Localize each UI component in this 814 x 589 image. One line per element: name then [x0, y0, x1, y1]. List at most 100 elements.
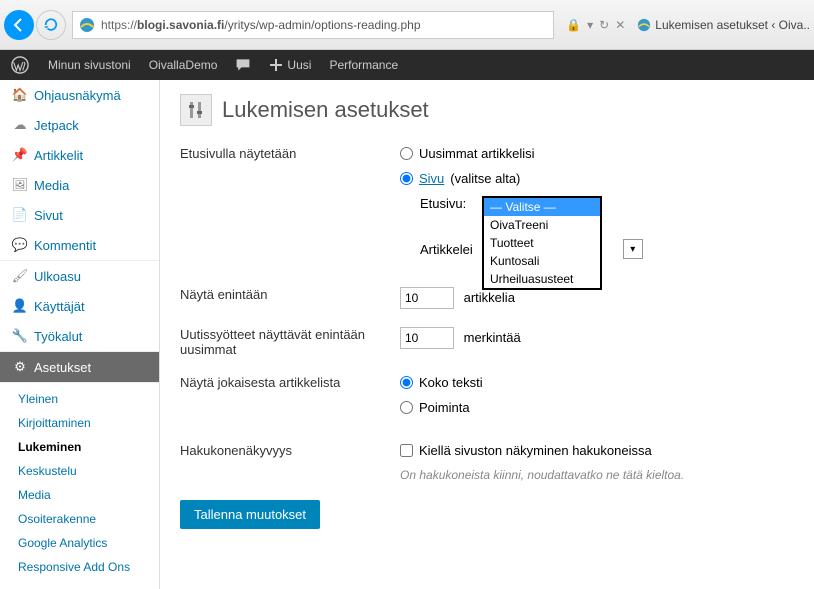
- sidebar-item-label: Ulkoasu: [34, 269, 81, 284]
- label-show-most: Näytä enintään: [180, 287, 400, 302]
- radio-excerpt[interactable]: [400, 401, 413, 414]
- radio-latest-posts[interactable]: [400, 147, 413, 160]
- refresh2-icon[interactable]: ↻: [599, 18, 609, 32]
- radio-excerpt-label: Poiminta: [419, 400, 470, 415]
- sidebar-item-label: Artikkelit: [34, 148, 83, 163]
- arrow-left-icon: [11, 17, 27, 33]
- seo-hint: On hakukoneista kiinni, noudattavatko ne…: [400, 468, 794, 482]
- appearance-icon: 🖌: [12, 268, 28, 284]
- label-each-article: Näytä jokaisesta artikkelista: [180, 375, 400, 390]
- sidebar-item-comments[interactable]: 💬 Kommentit: [0, 230, 159, 260]
- sidebar-item-pages[interactable]: 📄 Sivut: [0, 200, 159, 230]
- sidebar-item-label: Media: [34, 178, 69, 193]
- frontpage-dropdown-open[interactable]: — Valitse —OivaTreeniTuotteetKuntosaliUr…: [482, 196, 602, 290]
- sidebar-sub-item[interactable]: Yleinen: [0, 387, 159, 411]
- page-title-row: Lukemisen asetukset: [180, 94, 794, 126]
- sidebar-item-dashboard[interactable]: 🏠Ohjausnäkymä: [0, 80, 159, 110]
- browser-toolbar: https:// blogi.savonia.fi /yritys/wp-adm…: [0, 0, 814, 50]
- sidebar-item-label: Asetukset: [34, 360, 91, 375]
- url-scheme: https://: [101, 18, 137, 32]
- comments-icon: 💬: [12, 237, 28, 253]
- refresh-icon: [44, 18, 58, 32]
- wp-logo[interactable]: [10, 55, 30, 75]
- wordpress-icon: [11, 56, 29, 74]
- input-show-most[interactable]: [400, 287, 454, 309]
- sidebar-sub-item[interactable]: Osoiterakenne: [0, 507, 159, 531]
- checkbox-discourage-search[interactable]: [400, 444, 413, 457]
- dropdown-option[interactable]: Urheiluasusteet: [484, 270, 600, 288]
- sidebar-sub-item[interactable]: Lukeminen: [0, 435, 159, 459]
- radio-full-text-label: Koko teksti: [419, 375, 483, 390]
- sidebar-item-https[interactable]: ◆ HTTPS: [0, 583, 159, 589]
- sidebar-sub-item[interactable]: Keskustelu: [0, 459, 159, 483]
- label-frontpage: Etusivulla näytetään: [180, 146, 400, 161]
- comment-icon: [235, 57, 251, 73]
- browser-tab-title: Lukemisen asetukset ‹ Oiva..: [655, 18, 810, 32]
- admin-sidebar: 🏠Ohjausnäkymä ☁ Jetpack 📌 Artikkelit 🖼 Media 📄 S…: [0, 80, 160, 589]
- browser-right-icons: 🔒 ▾ ↻ ✕: [560, 18, 631, 32]
- radio-latest-posts-label: Uusimmat artikkelisi: [419, 146, 535, 161]
- users-icon: 👤: [12, 298, 28, 314]
- suffix-show-most: artikkelia: [464, 290, 515, 305]
- suffix-feeds: merkintää: [464, 330, 521, 345]
- sidebar-item-posts[interactable]: 📌 Artikkelit: [0, 140, 159, 170]
- sidebar-sub-item[interactable]: Responsive Add Ons: [0, 555, 159, 579]
- media-icon: 🖼: [12, 177, 28, 193]
- sidebar-item-media[interactable]: 🖼 Media: [0, 170, 159, 200]
- sidebar-sub-item[interactable]: Google Analytics: [0, 531, 159, 555]
- label-frontpage-select: Etusivu:: [420, 196, 466, 211]
- sidebar-item-settings[interactable]: ⚙ Asetukset: [0, 352, 159, 382]
- checkbox-discourage-label: Kiellä sivuston näkyminen hakukoneissa: [419, 443, 652, 458]
- adminbar-new[interactable]: Uusi: [269, 58, 311, 72]
- wp-admin-bar: Minun sivustoni OivallaDemo Uusi Perform…: [0, 50, 814, 80]
- dropdown-option[interactable]: Tuotteet: [484, 234, 600, 252]
- main-content: Lukemisen asetukset Etusivulla näytetään…: [160, 80, 814, 589]
- settings-icon: ⚙: [12, 359, 28, 375]
- posts-icon: 📌: [12, 147, 28, 163]
- sidebar-sub-item[interactable]: Media: [0, 483, 159, 507]
- url-input[interactable]: https:// blogi.savonia.fi /yritys/wp-adm…: [72, 11, 554, 39]
- tools-icon: 🔧: [12, 328, 28, 344]
- adminbar-performance[interactable]: Performance: [329, 58, 398, 72]
- cert-icon: ▾: [587, 18, 593, 32]
- save-button[interactable]: Tallenna muutokset: [180, 500, 320, 529]
- browser-tab[interactable]: Lukemisen asetukset ‹ Oiva..: [637, 18, 810, 32]
- adminbar-site[interactable]: Minun sivustoni: [48, 58, 131, 72]
- adminbar-demo[interactable]: OivallaDemo: [149, 58, 218, 72]
- label-feeds: Uutissyötteet näyttävät enintään uusimma…: [180, 327, 400, 357]
- sidebar-item-label: Työkalut: [34, 329, 82, 344]
- dropdown-option[interactable]: Kuntosali: [484, 252, 600, 270]
- sidebar-sub-item[interactable]: Kirjoittaminen: [0, 411, 159, 435]
- sidebar-item-label: Käyttäjät: [34, 299, 85, 314]
- browser-refresh-button[interactable]: [36, 10, 66, 40]
- label-postspage-select: Artikkelei: [420, 242, 473, 257]
- dropdown-option[interactable]: OivaTreeni: [484, 216, 600, 234]
- browser-back-button[interactable]: [4, 10, 34, 40]
- radio-static-page[interactable]: [400, 172, 413, 185]
- stop-icon[interactable]: ✕: [615, 18, 625, 32]
- input-feeds[interactable]: [400, 327, 454, 349]
- dropdown-option[interactable]: — Valitse —: [484, 198, 600, 216]
- sidebar-item-label: Ohjausnäkymä: [34, 88, 121, 103]
- postspage-select-arrow[interactable]: ▾: [623, 239, 643, 259]
- url-path: /yritys/wp-admin/options-reading.php: [224, 18, 420, 32]
- pages-icon: 📄: [12, 207, 28, 223]
- url-domain: blogi.savonia.fi: [137, 18, 224, 32]
- ie-icon: [637, 18, 651, 32]
- sidebar-item-label: Jetpack: [34, 118, 79, 133]
- sidebar-item-appearance[interactable]: 🖌 Ulkoasu: [0, 261, 159, 291]
- sliders-icon: [180, 94, 212, 126]
- adminbar-comments[interactable]: [235, 57, 251, 73]
- radio-full-text[interactable]: [400, 376, 413, 389]
- ie-icon: [79, 17, 95, 33]
- lock-icon: 🔒: [566, 18, 581, 32]
- jetpack-icon: ☁: [12, 117, 28, 133]
- label-seo: Hakukonenäkyvyys: [180, 443, 400, 458]
- sidebar-item-label: Sivut: [34, 208, 63, 223]
- sidebar-item-tools[interactable]: 🔧 Työkalut: [0, 321, 159, 351]
- radio-static-page-link[interactable]: Sivu: [419, 171, 444, 186]
- radio-static-page-suffix: (valitse alta): [450, 171, 520, 186]
- sidebar-item-users[interactable]: 👤 Käyttäjät: [0, 291, 159, 321]
- sidebar-item-label: Kommentit: [34, 238, 96, 253]
- sidebar-item-jetpack[interactable]: ☁ Jetpack: [0, 110, 159, 140]
